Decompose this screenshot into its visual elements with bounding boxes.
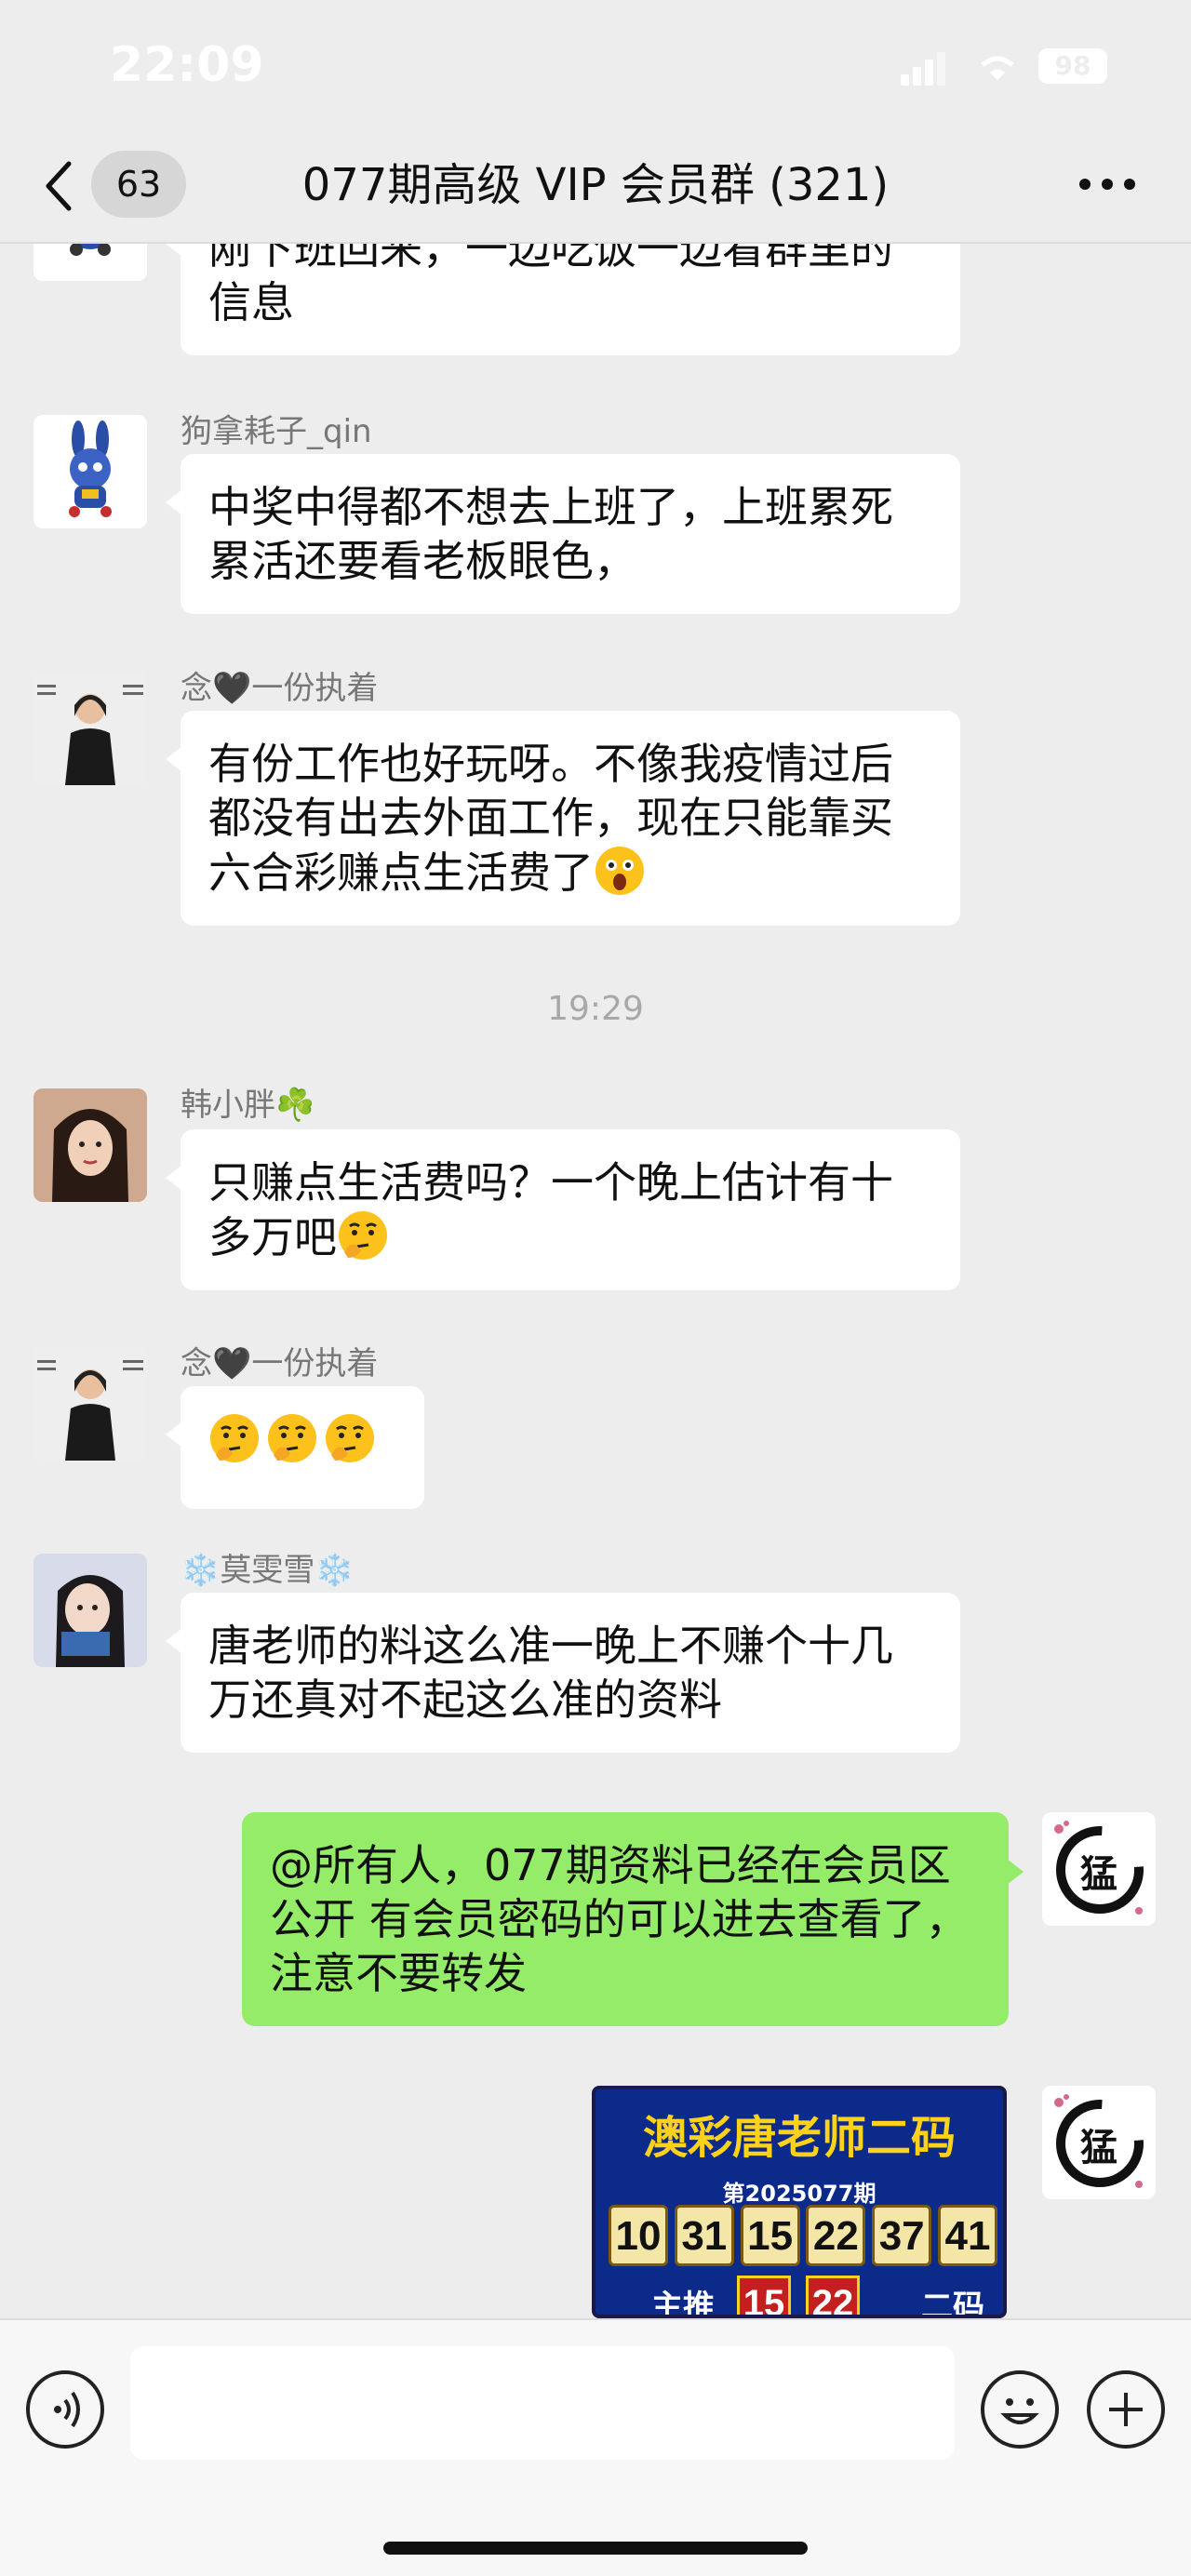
home-indicator — [383, 2542, 808, 2555]
lottery-number: 22 — [806, 2205, 866, 2266]
unread-count-badge[interactable]: 63 — [91, 151, 186, 218]
thinking-face-icon — [339, 1211, 387, 1260]
sender-name: 念🖤一份执着 — [181, 670, 379, 707]
avatar-text: 猛 — [1080, 2127, 1117, 2169]
message-text: 只赚点生活费吗？一个晚上估计有十多万吧 — [208, 1157, 893, 1262]
status-time: 22:09 — [110, 37, 264, 93]
plus-icon — [1109, 2393, 1143, 2426]
emoji-row — [208, 1414, 381, 1465]
emoji-button[interactable] — [981, 2370, 1059, 2449]
avatar[interactable] — [33, 244, 147, 281]
message-text: 唐老师的料这么准一晚上不赚个十几万还真对不起这么准的资料 — [208, 1621, 893, 1725]
lottery-numbers: 10 31 15 22 37 41 — [609, 2205, 997, 2270]
lottery-pick: 15 — [737, 2276, 791, 2315]
avatar[interactable] — [33, 672, 147, 785]
avatar[interactable] — [33, 415, 147, 528]
voice-input-button[interactable] — [26, 2370, 104, 2449]
message-text: 中奖中得都不想去上班了，上班累死累活还要看老板眼色， — [208, 482, 893, 586]
voice-icon — [54, 2391, 80, 2428]
avatar[interactable]: 猛 — [1042, 1812, 1156, 1926]
chat-header: 63 077期高级 VIP 会员群 (321) — [0, 130, 1191, 244]
avatar[interactable] — [33, 1554, 147, 1667]
sender-name: 念🖤一份执着 — [181, 1345, 379, 1382]
message-bubble[interactable]: 中奖中得都不想去上班了，上班累死累活还要看老板眼色， — [166, 454, 960, 614]
lottery-main-label: 主推 — [651, 2289, 715, 2318]
signal-icon — [901, 52, 947, 86]
back-icon[interactable] — [41, 158, 78, 214]
astonished-face-icon — [596, 847, 644, 895]
thinking-face-icon — [326, 1414, 374, 1462]
avatar[interactable] — [33, 1088, 147, 1202]
wifi-icon — [981, 56, 1014, 80]
message-bubble[interactable]: @所有人，077期资料已经在会员区公开 有会员密码的可以进去查看了，注意不要转发 — [242, 1812, 1024, 2026]
message-timestamp: 19:29 — [547, 990, 644, 1028]
sender-name: 韩小胖☘️ — [181, 1087, 315, 1124]
avatar[interactable]: 猛 — [1042, 2086, 1156, 2199]
message-text: 有份工作也好玩呀。不像我疫情过后都没有出去外面工作，现在只能靠买六合彩赚点生活费… — [208, 739, 893, 898]
lottery-number: 31 — [674, 2205, 734, 2266]
message-list[interactable]: 刚下班回来，一边吃饭一边看群里的信息 狗拿耗子_qin 中奖中得都不想去上班了，… — [0, 244, 1191, 2318]
thinking-face-icon — [210, 1414, 259, 1462]
thinking-face-icon — [268, 1414, 316, 1462]
input-bar — [0, 2318, 1191, 2576]
more-functions-button[interactable] — [1087, 2370, 1165, 2449]
sender-name: 狗拿耗子_qin — [181, 413, 372, 450]
battery-icon: 98 — [1038, 48, 1107, 84]
lottery-number: 41 — [937, 2205, 997, 2266]
lottery-image[interactable]: 澳彩唐老师二码 第2025077期 10 31 15 22 37 41 主推 1… — [592, 2086, 1007, 2318]
lottery-period: 第2025077期 — [722, 2181, 877, 2207]
sender-name: ❄️莫雯雪❄️ — [181, 1552, 355, 1589]
lottery-pick: 22 — [806, 2276, 860, 2315]
lottery-title: 澳彩唐老师二码 — [642, 2112, 956, 2164]
avatar[interactable] — [33, 1347, 147, 1461]
lottery-number: 10 — [609, 2205, 668, 2266]
message-bubble[interactable]: 有份工作也好玩呀。不像我疫情过后都没有出去外面工作，现在只能靠买六合彩赚点生活费… — [166, 711, 960, 926]
lottery-number: 15 — [740, 2205, 800, 2266]
message-bubble[interactable]: 刚下班回来，一边吃饭一边看群里的信息 — [166, 244, 960, 355]
message-input[interactable] — [130, 2346, 955, 2460]
more-options-icon[interactable] — [1079, 179, 1135, 192]
lottery-number: 37 — [872, 2205, 932, 2266]
status-bar: 22:09 98 — [0, 0, 1191, 130]
message-text: 刚下班回来，一边吃饭一边看群里的信息 — [208, 244, 893, 327]
message-text: @所有人，077期资料已经在会员区公开 有会员密码的可以进去查看了，注意不要转发 — [270, 1840, 969, 1998]
avatar-text: 猛 — [1080, 1853, 1117, 1896]
message-bubble[interactable]: 只赚点生活费吗？一个晚上估计有十多万吧 — [166, 1129, 960, 1290]
message-bubble[interactable] — [166, 1386, 424, 1509]
smiley-icon — [1000, 2398, 1039, 2424]
chat-title: 077期高级 VIP 会员群 (321) — [301, 159, 890, 211]
message-bubble[interactable]: 唐老师的料这么准一晚上不赚个十几万还真对不起这么准的资料 — [166, 1593, 960, 1753]
lottery-suffix: 二码 — [921, 2289, 984, 2318]
